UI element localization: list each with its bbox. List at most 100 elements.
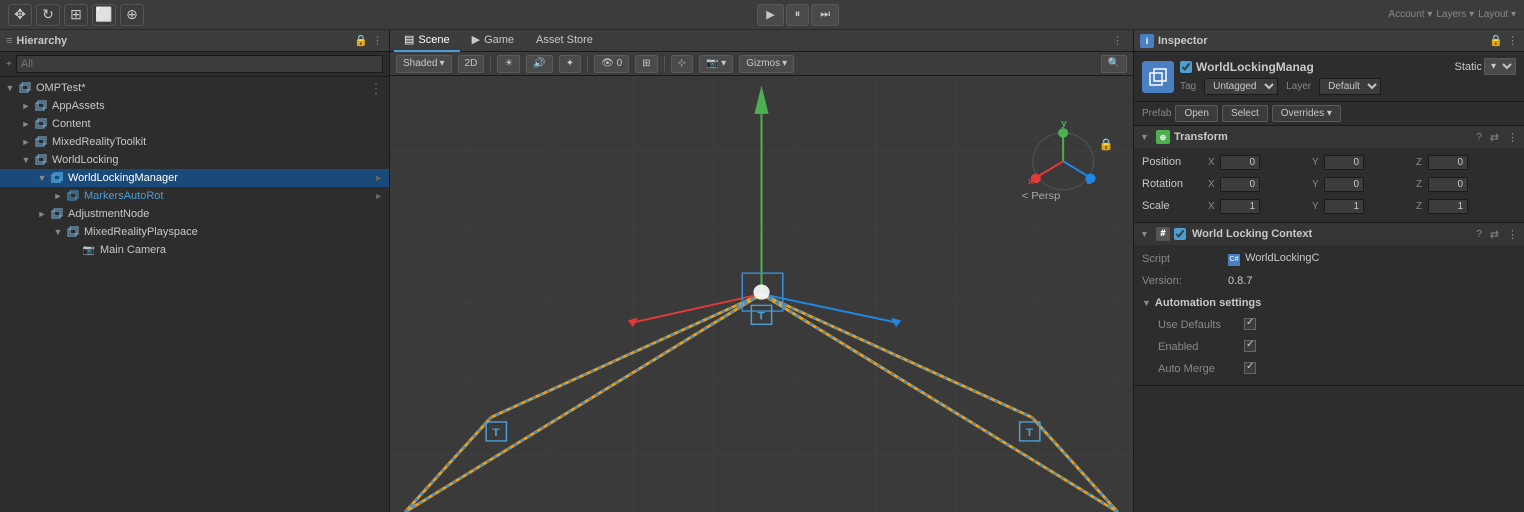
tree-item-markersautorot[interactable]: MarkersAutoRot ► [0, 187, 389, 205]
lights-button[interactable]: ☀ [497, 55, 520, 73]
camera-button[interactable]: 📷 ▾ [699, 55, 733, 73]
transform-collapse-arrow: ▼ [1140, 132, 1152, 142]
markersautorot-label: MarkersAutoRot [84, 190, 163, 202]
hierarchy-lock-icon[interactable]: 🔒 [354, 34, 368, 47]
step-button[interactable]: ⏭ [811, 4, 839, 26]
transform-header[interactable]: ▼ ⊕ Transform ? ⇄ ⋮ [1134, 126, 1524, 148]
rotate-tool-button[interactable]: ↻ [36, 4, 60, 26]
tree-item-maincamera[interactable]: 📷 Main Camera [0, 241, 389, 259]
scale-z-input[interactable] [1428, 199, 1468, 214]
tree-item-worldlocking[interactable]: WorldLocking [0, 151, 389, 169]
add-icon[interactable]: + [6, 59, 12, 70]
prefab-select-btn[interactable]: Select [1222, 105, 1268, 122]
prefab-open-btn[interactable]: Open [1175, 105, 1217, 122]
layer-dropdown[interactable]: Default [1319, 78, 1381, 95]
scale-y-input[interactable] [1324, 199, 1364, 214]
tree-item-wlmanager[interactable]: WorldLockingManager ► [0, 169, 389, 187]
auto-merge-label: Auto Merge [1158, 363, 1238, 375]
wlc-help-icon[interactable]: ? [1476, 229, 1482, 240]
effects-button[interactable]: ✦ [559, 55, 581, 73]
visibility-button[interactable]: 👁 0 [594, 55, 629, 73]
scene-viewport[interactable]: T T T [390, 76, 1133, 512]
omptest-dots[interactable]: ⋮ [369, 80, 389, 97]
tree-item-appassets[interactable]: AppAssets [0, 97, 389, 115]
tree-item-mrt[interactable]: MixedRealityToolkit [0, 133, 389, 151]
scene-tab[interactable]: ▤ Scene [394, 30, 460, 52]
content-icon [34, 117, 48, 131]
scene-tab-icon: ▤ [404, 33, 414, 46]
wlc-settings-icon[interactable]: ⇄ [1490, 228, 1499, 241]
wlc-enabled-checkbox[interactable] [1174, 228, 1186, 240]
tree-item-content[interactable]: Content [0, 115, 389, 133]
hierarchy-more-icon[interactable]: ⋮ [372, 34, 383, 47]
rect-tool-button[interactable]: ⬜ [92, 4, 116, 26]
shading-button[interactable]: Shaded ▾ [396, 55, 452, 73]
rot-z-input[interactable] [1428, 177, 1468, 192]
wlmanager-arrow-right: ► [374, 173, 389, 183]
mrt-label: MixedRealityToolkit [52, 136, 146, 148]
tree-item-omptest[interactable]: OMPTest* ⋮ [0, 79, 389, 97]
static-label: Static [1454, 61, 1482, 73]
static-area: Static ▾ [1454, 58, 1516, 75]
pause-button[interactable]: ⏸ [786, 4, 810, 26]
script-label: Script [1142, 253, 1222, 265]
object-active-checkbox[interactable] [1180, 61, 1192, 73]
2d-button[interactable]: 2D [458, 55, 485, 73]
game-tab-label: Game [484, 34, 514, 46]
automation-header[interactable]: ▼ Automation settings [1142, 293, 1516, 313]
rot-x-input[interactable] [1220, 177, 1260, 192]
top-bar-right: Account ▾ Layers ▾ Layout ▾ [1380, 9, 1524, 20]
tag-dropdown[interactable]: Untagged [1204, 78, 1278, 95]
grid-button[interactable]: ⊞ [635, 55, 657, 73]
gizmos-button[interactable]: Gizmos ▾ [739, 55, 794, 73]
svg-text:x: x [1028, 176, 1034, 187]
script-file-icon: C# [1228, 254, 1240, 266]
move-tool-button[interactable]: ✥ [8, 4, 32, 26]
enabled-row: Enabled [1142, 337, 1516, 357]
snap-button[interactable]: ⊹ [671, 55, 693, 73]
inspector-more-icon[interactable]: ⋮ [1507, 34, 1518, 47]
adjustmentnode-icon [50, 207, 64, 221]
assetstore-tab[interactable]: Asset Store [526, 30, 603, 52]
search-scene-button[interactable]: 🔍 [1101, 55, 1127, 73]
wlmanager-label: WorldLockingManager [68, 172, 178, 184]
rot-y-input[interactable] [1324, 177, 1364, 192]
enabled-checkbox-display [1244, 340, 1256, 352]
play-button[interactable]: ▶ [757, 4, 783, 26]
scale-tool-button[interactable]: ⊞ [64, 4, 88, 26]
shading-label: Shaded [403, 58, 437, 69]
use-defaults-checkbox-display [1244, 318, 1256, 330]
transform-more-icon[interactable]: ⋮ [1507, 131, 1518, 144]
transform-settings-icon[interactable]: ⇄ [1490, 131, 1499, 144]
pos-z-input[interactable] [1428, 155, 1468, 170]
wlc-header[interactable]: ▼ # World Locking Context ? ⇄ ⋮ [1134, 223, 1524, 245]
layer-label: Layer [1286, 81, 1311, 92]
scene-more-icon[interactable]: ⋮ [1112, 34, 1123, 47]
pos-y-input[interactable] [1324, 155, 1364, 170]
script-row: Script C# WorldLockingC [1142, 249, 1516, 269]
hierarchy-title: Hierarchy [16, 35, 67, 47]
transform-title: Transform [1174, 131, 1472, 143]
audio-button[interactable]: 🔊 [526, 55, 552, 73]
inspector-lock-icon[interactable]: 🔒 [1489, 34, 1503, 47]
rotation-row: Rotation X Y Z [1142, 174, 1516, 194]
static-dropdown[interactable]: ▾ [1484, 58, 1516, 75]
transform-help-icon[interactable]: ? [1476, 132, 1482, 143]
top-toolbar: ✥ ↻ ⊞ ⬜ ⊕ ▶ ⏸ ⏭ Account ▾ Layers ▾ Layou… [0, 0, 1524, 30]
wlc-more-icon[interactable]: ⋮ [1507, 228, 1518, 241]
hierarchy-tree: OMPTest* ⋮ AppAssets C [0, 77, 389, 512]
transform-tool-button[interactable]: ⊕ [120, 4, 144, 26]
hierarchy-search-bar: + [0, 52, 389, 77]
version-value: 0.8.7 [1228, 275, 1516, 287]
game-tab[interactable]: ▶ Game [462, 30, 524, 52]
prefab-overrides-btn[interactable]: Overrides ▾ [1272, 105, 1341, 122]
maincamera-label: Main Camera [100, 244, 166, 256]
tree-item-mrplayspace[interactable]: MixedRealityPlayspace [0, 223, 389, 241]
pos-x-input[interactable] [1220, 155, 1260, 170]
scale-x-input[interactable] [1220, 199, 1260, 214]
wlc-script-icon: # [1156, 227, 1170, 241]
tree-item-adjustmentnode[interactable]: AdjustmentNode [0, 205, 389, 223]
hierarchy-search-input[interactable] [16, 55, 383, 73]
tree-arrow-omptest [4, 82, 16, 94]
version-row: Version: 0.8.7 [1142, 271, 1516, 291]
